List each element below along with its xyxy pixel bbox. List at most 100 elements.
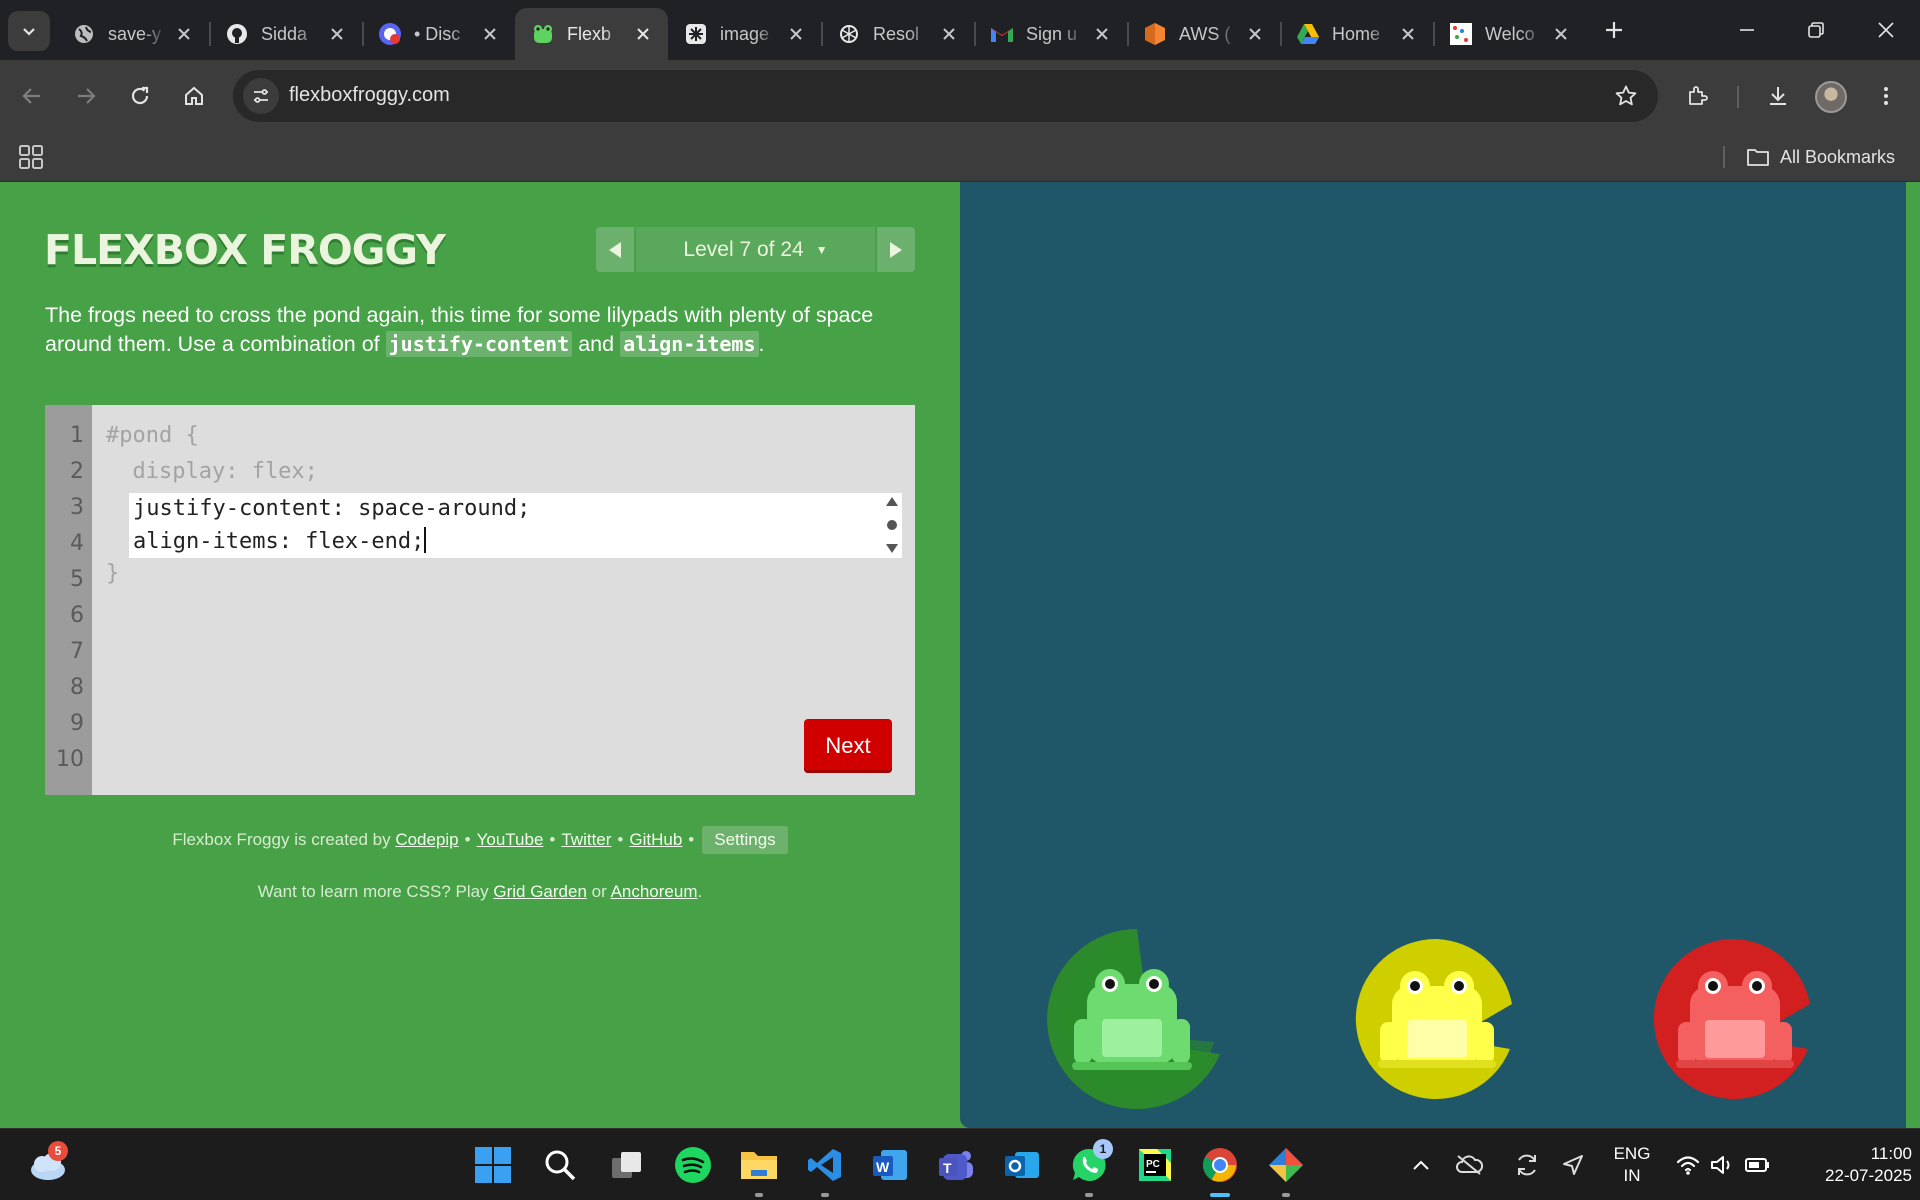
- line-number: 10: [56, 747, 84, 772]
- pycharm-app[interactable]: PC: [1131, 1141, 1179, 1189]
- close-icon[interactable]: [1091, 23, 1113, 45]
- tab-drive[interactable]: Home: [1280, 8, 1433, 60]
- bullet: •: [688, 830, 695, 849]
- code-input[interactable]: justify-content: space-around; align-ite…: [129, 493, 902, 558]
- close-icon[interactable]: [1397, 23, 1419, 45]
- whatsapp-app[interactable]: 1: [1065, 1139, 1113, 1197]
- learn-more: Want to learn more CSS? Play Grid Garden…: [45, 882, 915, 902]
- minimize-button[interactable]: [1722, 8, 1772, 52]
- spotify-app[interactable]: [669, 1141, 717, 1189]
- tab-title: Sign u: [1026, 23, 1078, 44]
- level-indicator[interactable]: Level 7 of 24 ▼: [636, 227, 875, 272]
- credits: Flexbox Froggy is created by Codepip • You…: [45, 826, 915, 854]
- game-sidebar: FLEXBOX FROGGY Level 7 of 24 ▼ The frogs…: [0, 182, 960, 1128]
- downloads-button[interactable]: [1756, 74, 1800, 118]
- bookmark-star-button[interactable]: [1612, 82, 1640, 110]
- reload-button[interactable]: [118, 74, 162, 118]
- new-tab-button[interactable]: [1596, 12, 1632, 48]
- search-button[interactable]: [536, 1141, 584, 1189]
- search-icon: [545, 1150, 576, 1181]
- profile-avatar[interactable]: [1815, 81, 1847, 113]
- tab-resolve[interactable]: Resol: [821, 8, 974, 60]
- close-icon[interactable]: [173, 23, 195, 45]
- file-explorer-app[interactable]: [735, 1141, 783, 1197]
- address-bar[interactable]: flexboxfroggy.com: [233, 70, 1658, 122]
- word-app[interactable]: W: [866, 1141, 914, 1189]
- weather-widget[interactable]: 5: [24, 1141, 72, 1189]
- teams-app[interactable]: T: [932, 1141, 980, 1189]
- tab-save-y[interactable]: save-y: [56, 8, 209, 60]
- folder-icon: [1747, 149, 1769, 166]
- input-scroll-controls[interactable]: [884, 493, 902, 558]
- home-button[interactable]: [172, 74, 216, 118]
- home-icon: [185, 86, 203, 105]
- close-icon[interactable]: [785, 23, 807, 45]
- tab-welcome[interactable]: Welco: [1433, 8, 1586, 60]
- git-app[interactable]: [1262, 1141, 1310, 1197]
- vscode-app[interactable]: [801, 1141, 849, 1197]
- link-youtube[interactable]: YouTube: [477, 830, 544, 849]
- globe-icon: [72, 22, 96, 46]
- tab-github[interactable]: Sidda: [209, 8, 362, 60]
- puzzle-icon: [1689, 86, 1708, 105]
- chrome-app[interactable]: [1196, 1141, 1244, 1197]
- link-github[interactable]: GitHub: [629, 830, 682, 849]
- location-tray-button[interactable]: [1556, 1141, 1590, 1189]
- tune-icon: [254, 89, 268, 103]
- all-bookmarks-button[interactable]: All Bookmarks: [1746, 144, 1895, 170]
- quick-settings-button[interactable]: [1672, 1141, 1776, 1189]
- svg-text:W: W: [876, 1159, 890, 1175]
- red-lilypad-with-frog: [1653, 938, 1810, 1099]
- link-anchoreum[interactable]: Anchoreum: [611, 882, 698, 901]
- close-icon[interactable]: [326, 23, 348, 45]
- tab-flexbox-froggy[interactable]: Flexb: [515, 8, 668, 60]
- tab-discord[interactable]: • Disc: [362, 8, 515, 60]
- extensions-button[interactable]: [1676, 74, 1720, 118]
- close-icon[interactable]: [938, 23, 960, 45]
- instruction-text: and: [572, 332, 621, 356]
- git-diamond-icon: [1269, 1148, 1303, 1182]
- onedrive-tray-button[interactable]: [1452, 1141, 1486, 1189]
- restore-button[interactable]: [1791, 8, 1841, 52]
- link-codepip[interactable]: Codepip: [395, 830, 458, 849]
- site-info-button[interactable]: [243, 78, 279, 114]
- previous-level-button[interactable]: [596, 227, 634, 272]
- outlook-app[interactable]: [998, 1141, 1046, 1189]
- task-view-button[interactable]: [603, 1141, 651, 1189]
- time: 11:00: [1870, 1144, 1912, 1163]
- level-navigation: Level 7 of 24 ▼: [596, 227, 915, 272]
- sync-icon: [1518, 1154, 1536, 1176]
- bullet: •: [549, 830, 556, 849]
- clock[interactable]: 11:00 22-07-2025: [1788, 1143, 1912, 1187]
- apps-grid-icon[interactable]: [18, 144, 44, 170]
- next-level-button[interactable]: [877, 227, 915, 272]
- tab-search-button[interactable]: [8, 11, 50, 51]
- link-grid-garden[interactable]: Grid Garden: [493, 882, 587, 901]
- tab-aws[interactable]: AWS (: [1127, 8, 1280, 60]
- start-button[interactable]: [469, 1141, 517, 1189]
- yellow-lilypad-with-frog: [1355, 938, 1512, 1099]
- tab-gmail[interactable]: Sign u: [974, 8, 1127, 60]
- close-icon[interactable]: [1244, 23, 1266, 45]
- word-icon: W: [873, 1150, 907, 1180]
- link-twitter[interactable]: Twitter: [561, 830, 611, 849]
- settings-button[interactable]: Settings: [702, 826, 788, 854]
- star-icon: [1615, 85, 1637, 106]
- tab-image[interactable]: image: [668, 8, 821, 60]
- credits-text: Flexbox Froggy is created by: [172, 830, 391, 849]
- close-icon[interactable]: [479, 23, 501, 45]
- close-icon[interactable]: [632, 23, 654, 45]
- input-line-with-cursor: align-items: flex-end;: [133, 527, 427, 554]
- close-window-button[interactable]: [1861, 8, 1911, 52]
- show-hidden-icons-button[interactable]: [1406, 1141, 1436, 1189]
- close-icon[interactable]: [1550, 23, 1572, 45]
- forward-button[interactable]: [64, 74, 108, 118]
- menu-button[interactable]: [1864, 74, 1908, 118]
- folder-icon: [741, 1152, 777, 1179]
- vscode-icon: [808, 1149, 841, 1181]
- css-editor: 1 2 3 4 5 6 7 8 9 10 #pond { display: fl…: [45, 405, 915, 795]
- sync-tray-button[interactable]: [1510, 1141, 1544, 1189]
- next-button[interactable]: Next: [804, 719, 892, 773]
- language-indicator[interactable]: ENG IN: [1600, 1143, 1664, 1187]
- back-button[interactable]: [10, 74, 54, 118]
